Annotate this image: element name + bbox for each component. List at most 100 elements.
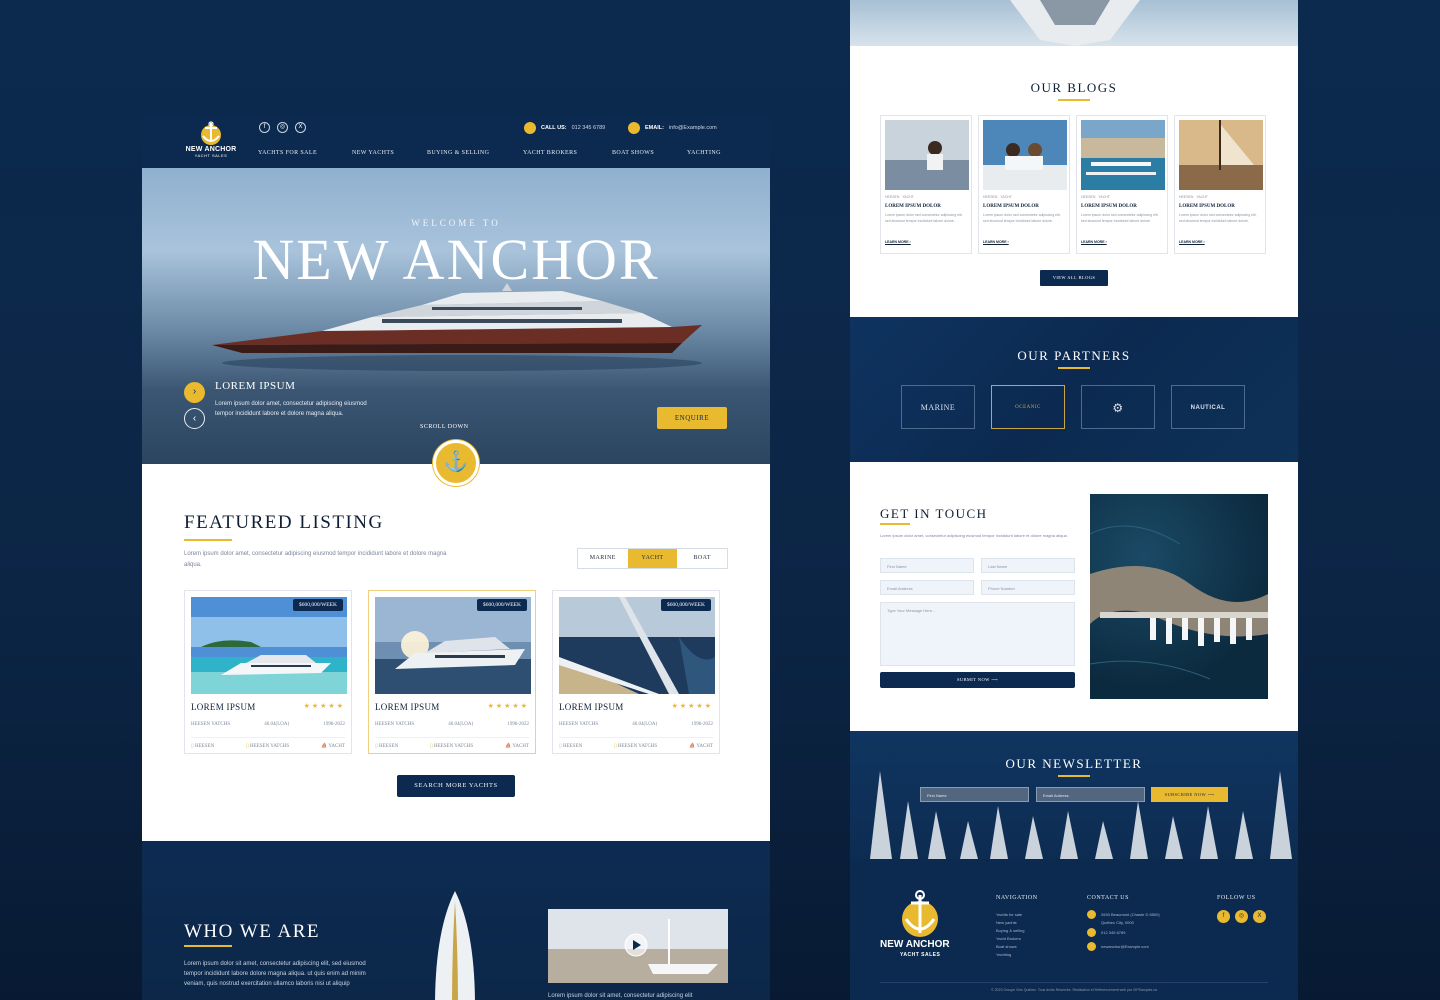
submit-button[interactable]: SUBMIT NOW ⟶ — [880, 672, 1075, 688]
footer-logo-name: NEW ANCHOR — [880, 939, 950, 950]
newsletter-email-field[interactable]: Email Address — [1036, 787, 1145, 802]
last-name-field[interactable]: Last Name — [981, 558, 1075, 573]
blog-excerpt: Lorem ipsum dolor sed consectetur adipis… — [1081, 213, 1159, 223]
get-in-touch-title: GET IN TOUCH — [880, 506, 988, 521]
spec-year: 1998-2022 — [507, 722, 529, 727]
homepage-mockup: NEW ANCHOR YACHT SALES f ◎ X CALL US: 01… — [142, 116, 770, 1000]
yacht-photo — [559, 597, 715, 694]
spec-size: 46.04(LOA) — [632, 722, 658, 727]
search-more-button[interactable]: SEARCH MORE YACHTS — [397, 775, 515, 797]
listing-card[interactable]: $600,000/WEEK LOREM IPSUM ★★★★★ HEESEN Y… — [552, 590, 720, 754]
spec-maker: HEESEN YATCHS — [375, 722, 415, 727]
footer-nav-link[interactable]: Buying & selling — [996, 928, 1024, 933]
yacht-photo — [191, 597, 347, 694]
footer-nav-title: NAVIGATION — [996, 895, 1038, 901]
spec-maker: HEESEN YATCHS — [559, 722, 599, 727]
partners-section: OUR PARTNERS MARINE OCEANIC ⚙ NAUTICAL — [850, 317, 1298, 462]
footer-phone[interactable]: 012 345 6789 — [1101, 930, 1125, 935]
listing-card[interactable]: $600,000/WEEK LOREM IPSUM ★★★★★ HEESEN Y… — [184, 590, 352, 754]
sailing-video-thumbnail[interactable] — [548, 909, 728, 983]
blog-title: LOREM IPSUM DOLOR — [1081, 204, 1137, 209]
blog-card[interactable]: HEESEN YACHT LOREM IPSUM DOLOR Lorem ips… — [1174, 115, 1266, 254]
facebook-icon[interactable]: f — [1217, 910, 1230, 923]
instagram-icon[interactable]: ◎ — [1235, 910, 1248, 923]
x-twitter-icon[interactable]: X — [295, 122, 306, 133]
feature-builder: ▯ HEESEN — [375, 744, 399, 749]
footer-nav-link[interactable]: Yachting — [996, 952, 1011, 957]
scroll-down[interactable]: SCROLL DOWN — [420, 424, 468, 430]
enquire-button[interactable]: ENQUIRE — [657, 407, 727, 429]
nav-boat-shows[interactable]: BOAT SHOWS — [612, 150, 654, 156]
newsletter-title: OUR NEWSLETTER — [1005, 756, 1143, 771]
email-field[interactable]: Email Address — [880, 580, 974, 595]
footer-nav-link[interactable]: New yachts — [996, 920, 1017, 925]
partner-oceanic-logo[interactable]: OCEANIC — [991, 385, 1065, 429]
learn-more-link[interactable]: LEARN MORE › — [1081, 240, 1107, 244]
email-label: EMAIL: — [645, 125, 664, 131]
yacht-photo — [375, 597, 531, 694]
anchor-badge-icon: ⚓ — [433, 440, 479, 486]
footer-nav-link[interactable]: Boat shows — [996, 944, 1017, 949]
tab-yacht[interactable]: YACHT — [627, 549, 678, 568]
x-twitter-icon[interactable]: X — [1253, 910, 1266, 923]
blog-card[interactable]: HEESEN YACHT LOREM IPSUM DOLOR Lorem ips… — [978, 115, 1070, 254]
slide-prev-button[interactable]: ‹ — [184, 408, 205, 429]
learn-more-link[interactable]: LEARN MORE › — [885, 240, 911, 244]
yacht-top-image — [850, 0, 1298, 46]
spec-year: 1998-2022 — [691, 722, 713, 727]
instagram-icon[interactable]: ◎ — [277, 122, 288, 133]
call-us[interactable]: CALL US: 012 345 6789 — [524, 122, 605, 134]
listing-card[interactable]: $600,000/WEEK LOREM IPSUM ★★★★★ HEESEN Y… — [368, 590, 536, 754]
phone-icon — [1087, 928, 1096, 937]
blog-card[interactable]: HEESEN YACHT LOREM IPSUM DOLOR Lorem ips… — [880, 115, 972, 254]
phone-icon — [524, 122, 536, 134]
listing-tabs: MARINE YACHT BOAT — [577, 548, 728, 569]
rating-stars: ★★★★★ — [487, 703, 529, 710]
message-field[interactable]: Type Your Message Here... — [880, 602, 1075, 666]
email-value: info@Example.com — [668, 125, 717, 131]
footer-email[interactable]: newanchor@Example.com — [1101, 944, 1149, 949]
blog-meta: HEESEN YACHT — [885, 195, 914, 199]
blog-excerpt: Lorem ipsum dolor sed consectetur adipis… — [1179, 213, 1257, 223]
blog-title: LOREM IPSUM DOLOR — [885, 204, 941, 209]
site-logo[interactable]: NEW ANCHOR YACHT SALES — [182, 120, 240, 158]
blog-photo — [1179, 120, 1263, 190]
email-us[interactable]: EMAIL: info@Example.com — [628, 122, 717, 134]
learn-more-link[interactable]: LEARN MORE › — [983, 240, 1009, 244]
call-value: 012 345 6789 — [571, 125, 606, 131]
feature-type: ⛵ YACHT — [321, 744, 345, 749]
get-in-touch-desc: Lorem ipsum dolor amet, consectetur adip… — [880, 533, 1068, 538]
learn-more-link[interactable]: LEARN MORE › — [1179, 240, 1205, 244]
listing-name: LOREM IPSUM — [559, 702, 624, 712]
call-label: CALL US: — [541, 125, 567, 131]
partner-wheel-logo-icon[interactable]: ⚙ — [1081, 385, 1155, 429]
nav-yachts-for-sale[interactable]: YACHTS FOR SALE — [258, 150, 317, 156]
blog-card[interactable]: HEESEN YACHT LOREM IPSUM DOLOR Lorem ips… — [1076, 115, 1168, 254]
tab-boat[interactable]: BOAT — [677, 549, 727, 568]
listing-name: LOREM IPSUM — [191, 702, 256, 712]
footer-nav-link[interactable]: Yacht Brokers — [996, 936, 1021, 941]
blog-meta: HEESEN YACHT — [1179, 195, 1208, 199]
partner-marine-logo[interactable]: MARINE — [901, 385, 975, 429]
subscribe-button[interactable]: SUBSCRIBE NOW ⟶ — [1151, 787, 1228, 802]
tab-marine[interactable]: MARINE — [578, 549, 628, 568]
price-tag: $600,000/WEEK — [292, 599, 343, 611]
nav-buying-selling[interactable]: BUYING & SELLING — [427, 150, 489, 156]
phone-field[interactable]: Phone Number — [981, 580, 1075, 595]
spec-size: 46.04(LOA) — [448, 722, 474, 727]
view-all-blogs-button[interactable]: VIEW ALL BLOGS — [1040, 270, 1108, 286]
newsletter-first-name-field[interactable]: First Name — [920, 787, 1029, 802]
first-name-field[interactable]: First Name — [880, 558, 974, 573]
facebook-icon[interactable]: f — [259, 122, 270, 133]
slide-next-button[interactable]: › — [184, 382, 205, 403]
listing-specs: HEESEN YATCHS 46.04(LOA) 1998-2022 — [191, 722, 345, 727]
footer-nav-link[interactable]: Yachts for sale — [996, 912, 1022, 917]
nav-yachting[interactable]: YACHTING — [687, 150, 721, 156]
nav-yacht-brokers[interactable]: YACHT BROKERS — [523, 150, 577, 156]
listing-features: ▯ HEESEN ▯ HEESEN YATCHS ⛵ YACHT — [559, 737, 713, 749]
nav-new-yachts[interactable]: NEW YACHTS — [352, 150, 394, 156]
email-icon — [1087, 942, 1096, 951]
site-header: NEW ANCHOR YACHT SALES f ◎ X CALL US: 01… — [142, 116, 770, 168]
partner-nautical-logo[interactable]: NAUTICAL — [1171, 385, 1245, 429]
footer-contact-title: CONTACT US — [1087, 895, 1129, 901]
